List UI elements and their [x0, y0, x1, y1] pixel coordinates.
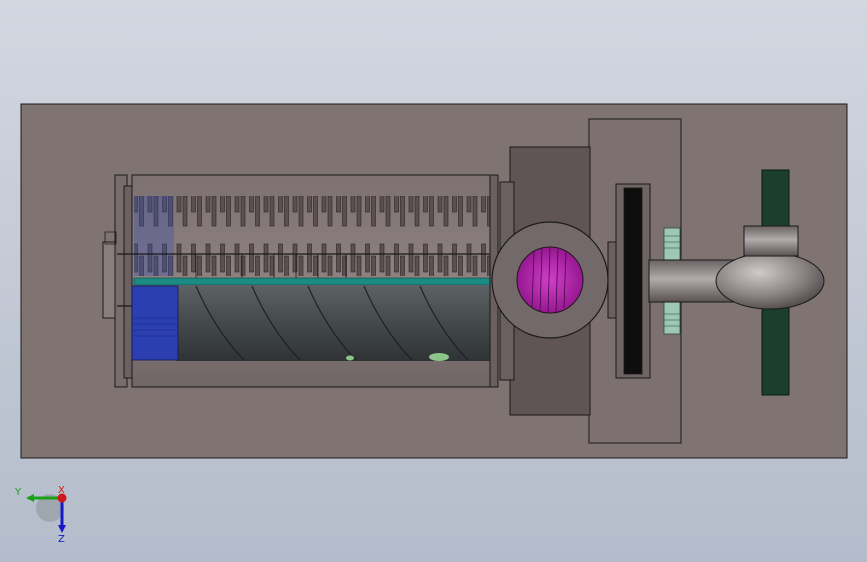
coordinate-triad-icon: Y X Z	[14, 485, 67, 545]
screen-slots	[134, 196, 490, 276]
blue-block	[131, 285, 179, 361]
screw-body	[176, 285, 490, 361]
triad-y-label: Y	[14, 487, 22, 498]
pulley-belt	[623, 187, 643, 375]
motor-housing	[715, 252, 825, 310]
screen-slots-highlight	[134, 196, 174, 276]
triad-z-label: Z	[58, 534, 65, 545]
triad-x-label: X	[58, 485, 65, 496]
teal-band	[133, 277, 491, 286]
motor-top-stub	[743, 225, 799, 257]
shaft-collar-left	[607, 241, 617, 319]
cad-viewport[interactable]: Y X Z	[0, 0, 867, 562]
screw-press-assembly-drawing: Y X Z	[14, 103, 848, 545]
